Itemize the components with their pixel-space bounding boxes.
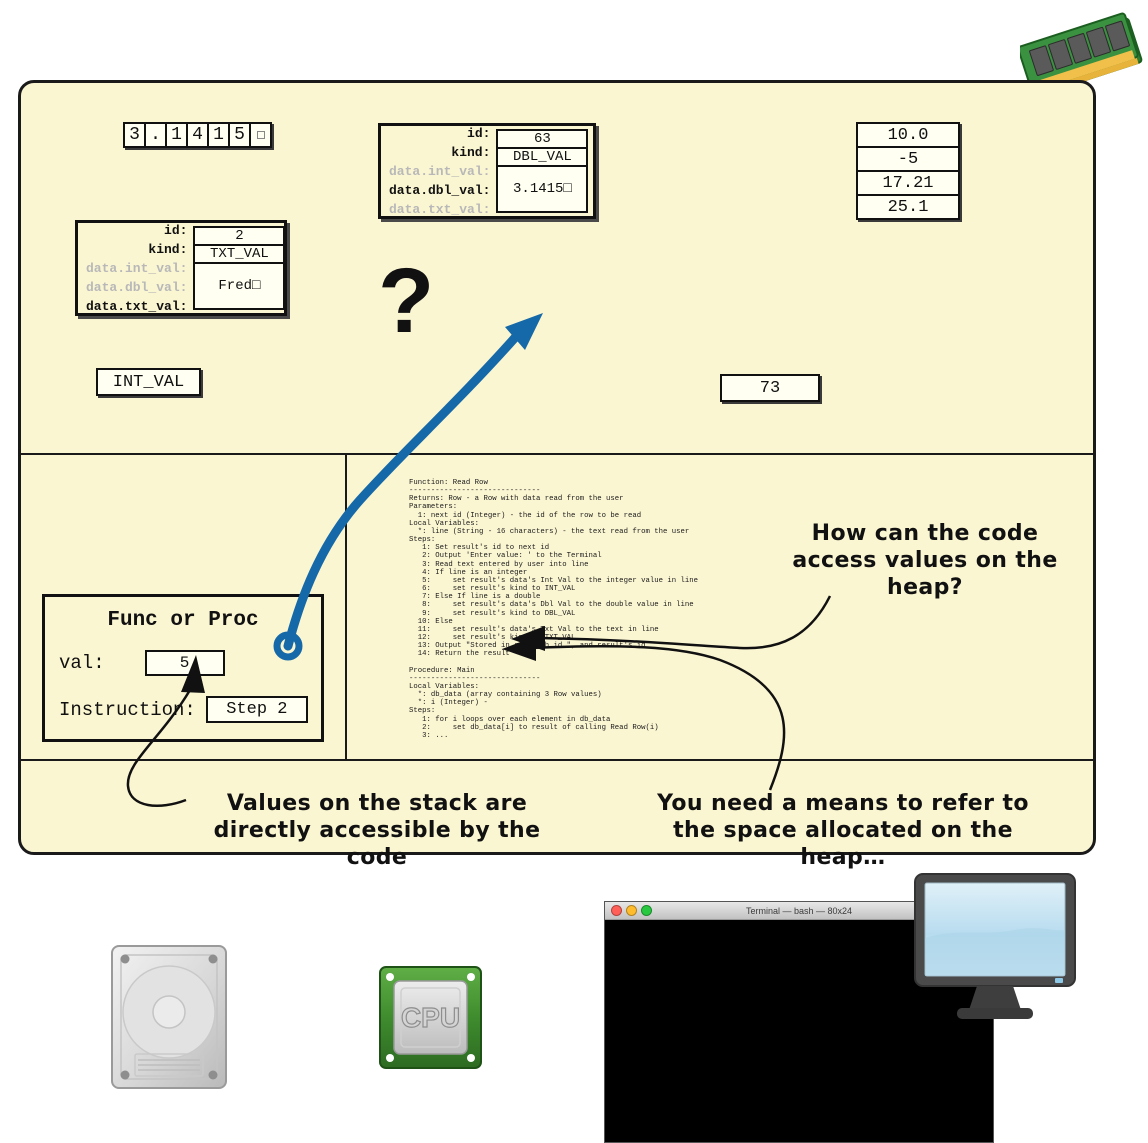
char-cell: 4 — [186, 122, 209, 148]
record-label-id: id: — [164, 222, 188, 238]
note-stack-text: Values on the stack are directly accessi… — [213, 791, 541, 870]
stack-frame-val-row: val: 5 — [59, 650, 321, 676]
int-val-box: INT_VAL — [96, 368, 201, 396]
question-mark: ? — [378, 250, 435, 352]
char-cell: 1 — [207, 122, 230, 148]
record-slot-kind: TXT_VAL — [193, 244, 286, 264]
record-label-id: id: — [467, 125, 491, 141]
pseudocode-listing: Function: Read Row ---------------------… — [409, 479, 699, 740]
record-slots: 63 DBL_VAL 3.1415□ — [496, 126, 594, 216]
record-slot-id: 2 — [193, 226, 286, 246]
char-cell-terminator — [249, 122, 272, 148]
number-box-73: 73 — [720, 374, 820, 402]
instruction-value-box: Step 2 — [205, 696, 308, 723]
record-slot-kind: DBL_VAL — [496, 147, 589, 167]
heap-stack-divider — [21, 453, 1093, 455]
val-label: val: — [59, 652, 105, 674]
char-cell: 3 — [123, 122, 146, 148]
record-label-kind: kind: — [148, 241, 188, 257]
record-label-txt-val: data.txt_val: — [389, 201, 491, 217]
record-label-dbl-val: data.dbl_val: — [86, 279, 188, 295]
char-cell: 1 — [165, 122, 188, 148]
record-label-int-val: data.int_val: — [389, 163, 491, 179]
array-cell: -5 — [856, 146, 960, 172]
record-labels: id: kind: data.int_val: data.dbl_val: da… — [381, 125, 496, 217]
char-array-pi: 3 . 1 4 1 5 — [123, 122, 272, 148]
monitor-icon — [905, 870, 1085, 1030]
stack-frame-title: Func or Proc — [107, 609, 259, 632]
record-slots: 2 TXT_VAL Fred□ — [193, 223, 291, 313]
note-heap-question-text: How can the code access values on the he… — [792, 521, 1058, 600]
record-label-int-val: data.int_val: — [86, 260, 188, 276]
stack-frame-func-or-proc: Func or Proc val: 5 Instruction: Step 2 — [42, 594, 324, 742]
record-labels: id: kind: data.int_val: data.dbl_val: da… — [78, 222, 193, 314]
cpu-label: CPU — [401, 1002, 460, 1033]
array-cell: 25.1 — [856, 194, 960, 220]
array-cell: 10.0 — [856, 122, 960, 148]
array-cell: 17.21 — [856, 170, 960, 196]
row-record-txt: id: kind: data.int_val: data.dbl_val: da… — [75, 220, 287, 316]
note-stack: Values on the stack are directly accessi… — [192, 790, 562, 871]
cpu-icon: CPU — [378, 965, 483, 1070]
char-cell: . — [144, 122, 167, 148]
val-value-box: 5 — [144, 650, 225, 676]
record-label-txt-val: data.txt_val: — [86, 298, 188, 314]
char-cell: 5 — [228, 122, 251, 148]
record-label-kind: kind: — [451, 144, 491, 160]
note-heap-question: How can the code access values on the he… — [790, 520, 1060, 601]
double-array: 10.0 -5 17.21 25.1 — [856, 122, 960, 220]
record-slot-value: 3.1415□ — [496, 165, 589, 213]
stack-frame-instruction-row: Instruction: Step 2 — [59, 696, 321, 723]
instruction-label: Instruction: — [59, 698, 196, 721]
row-record-dbl: id: kind: data.int_val: data.dbl_val: da… — [378, 123, 596, 219]
note-heap-reference: You need a means to refer to the space a… — [633, 790, 1053, 871]
stack-code-divider — [345, 453, 347, 759]
note-heap-reference-text: You need a means to refer to the space a… — [657, 791, 1029, 870]
record-slot-id: 63 — [496, 129, 589, 149]
hard-drive-icon — [108, 942, 230, 1092]
record-label-dbl-val: data.dbl_val: — [389, 182, 491, 198]
record-slot-value: Fred□ — [193, 262, 286, 310]
diagram-canvas: 3 . 1 4 1 5 id: kind: data.int_val: data… — [0, 0, 1148, 1143]
stack-notes-divider — [21, 759, 1093, 761]
